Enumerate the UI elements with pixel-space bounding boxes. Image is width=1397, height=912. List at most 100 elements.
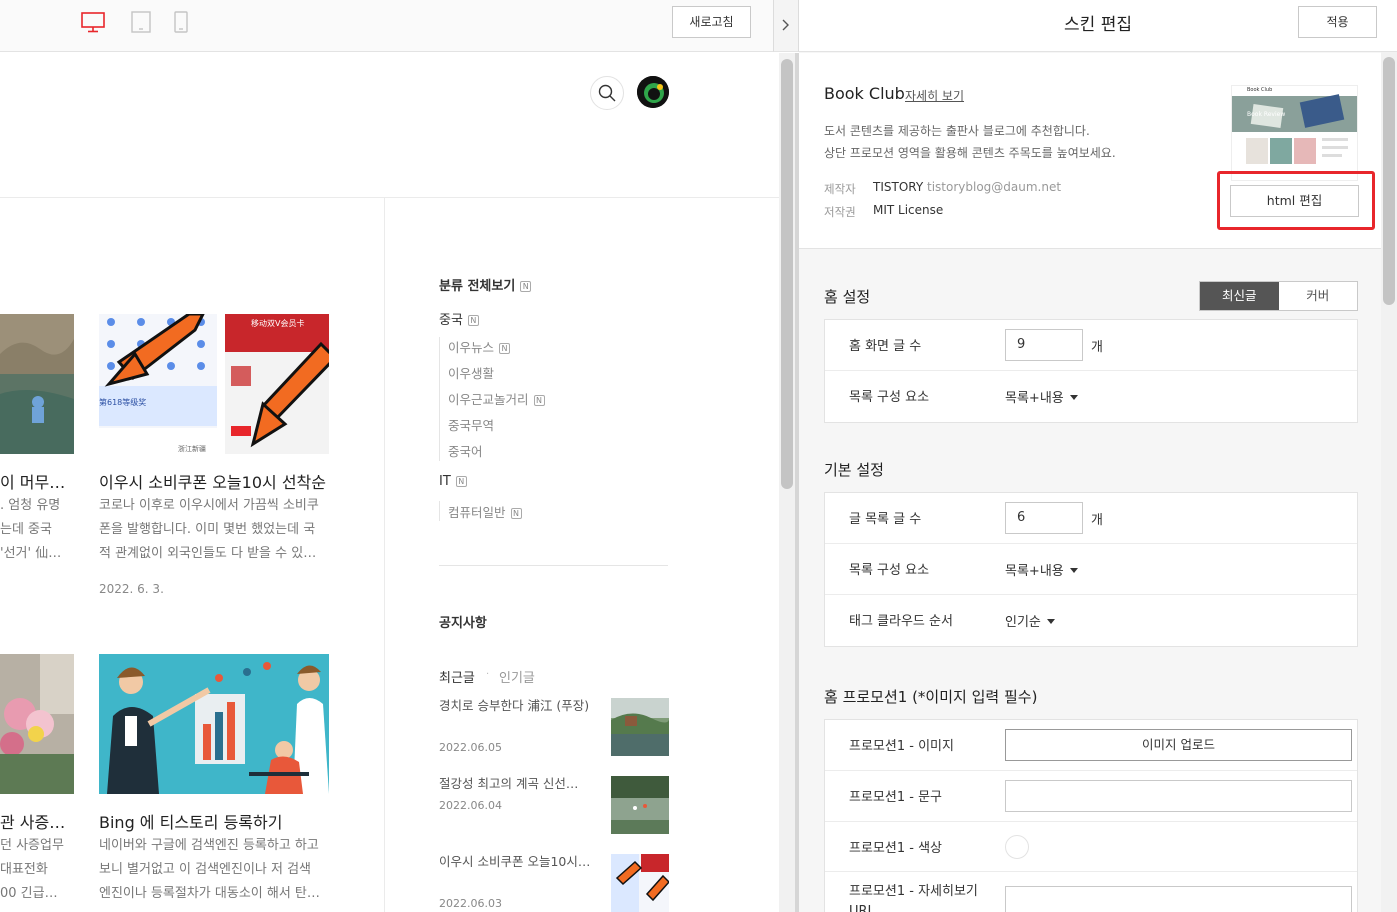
recent-post-title[interactable]: 이우시 소비쿠폰 오늘10시… [439,852,591,872]
collapse-editor-button[interactable] [773,0,799,52]
post-excerpt: . 엄청 유명 는데 중국 '선거' 仙… [0,498,62,561]
tab-separator: · [486,669,490,680]
setting-label: 홈 화면 글 수 [849,339,922,354]
setting-row: 태그 클라우드 순서 인기순 [825,595,1357,646]
recent-post-date: 2022.06.04 [439,799,502,812]
setting-row: 프로모션1 - 문구 [825,771,1357,822]
refresh-button[interactable]: 새로고침 [672,6,751,38]
license-label: 저작권 [824,205,856,219]
post-excerpt: 네이버와 구글에 검색엔진 등록하고 하고 보니 별거없고 이 검색엔진이나 저 … [99,838,320,901]
setting-label: 프로모션1 - 자세히보기 URL [849,884,978,912]
post-thumb-banner: 移动双V会员卡 [251,319,305,328]
new-badge: N [520,281,532,292]
apply-button[interactable]: 적용 [1298,6,1377,38]
setting-label: 목록 구성 요소 [849,390,930,405]
home-list-type-dropdown[interactable]: 목록+내용 [1005,387,1078,406]
tag-cloud-order-dropdown[interactable]: 인기순 [1005,611,1055,630]
post-thumbnail[interactable] [0,314,74,454]
setting-row: 프로모션1 - 자세히보기 URL [825,872,1357,912]
mobile-icon[interactable] [174,11,188,37]
skin-thumbnail-caption: Book Review [1247,111,1286,118]
caret-down-icon [1046,619,1055,624]
setting-row: 홈 화면 글 수 9 개 [825,320,1357,371]
caret-down-icon [1069,568,1078,573]
setting-row: 글 목록 글 수 6 개 [825,493,1357,544]
recent-post-title[interactable]: 절강성 최고의 계곡 신선… [439,774,591,794]
all-categories-link[interactable]: 분류 전체보기 N [439,275,532,294]
setting-label: 프로모션1 - 색상 [849,841,942,856]
search-icon[interactable] [590,76,624,110]
subcategory-item[interactable]: 컴퓨터일반 N [448,502,522,521]
recent-post-thumbnail[interactable] [611,854,669,912]
recent-post-date: 2022.06.03 [439,897,502,910]
promo1-text-input[interactable] [1005,780,1352,812]
recent-post-date: 2022.06.05 [439,741,502,754]
post-thumbnail[interactable] [99,314,329,454]
caret-down-icon [1069,395,1078,400]
promo1-title: 홈 프로모션1 (*이미지 입력 필수) [824,688,1038,706]
setting-row: 목록 구성 요소 목록+내용 [825,371,1357,422]
sidebar-divider [439,565,668,566]
subcategory-item[interactable]: 중국무역 [448,415,494,434]
category-item[interactable]: IT N [439,474,467,489]
post-date: 2022. 6. 3. [99,582,164,596]
post-thumb-banner: 第618等级奖 [99,398,147,407]
notice-title[interactable]: 공지사항 [439,612,487,631]
tab-recent-posts[interactable]: 최근글 [439,667,475,686]
avatar[interactable] [637,76,669,108]
home-settings-box: 홈 화면 글 수 9 개 목록 구성 요소 목록+내용 [824,319,1358,423]
setting-label: 목록 구성 요소 [849,563,930,578]
preview-toolbar: 새로고침 [0,0,773,52]
post-title[interactable]: 이우시 소비쿠폰 오늘10시 선착순 [99,469,339,493]
author-value: TISTORY tistoryblog@daum.net [873,180,1062,194]
subcategory-item[interactable]: 중국어 [448,441,483,460]
home-settings-tabs: 최신글 커버 [1199,281,1358,311]
basic-settings-box: 글 목록 글 수 6 개 목록 구성 요소 목록+내용 태그 클라우드 순서 인… [824,492,1358,647]
setting-label: 글 목록 글 수 [849,512,922,527]
desktop-icon[interactable] [81,11,105,37]
post-excerpt: 던 사증업무 대표전화 00 긴급… [0,838,64,901]
category-item[interactable]: 중국 N [439,309,479,328]
skin-editor-panel: 스킨 편집 적용 Book Club 자세히 보기 도서 콘텐츠를 제공하는 출… [799,0,1397,912]
new-badge: N [510,508,522,519]
new-badge: N [499,343,511,354]
editor-scrollbar-thumb[interactable] [1383,57,1395,305]
license-value: MIT License [873,203,944,217]
basic-settings-title: 기본 설정 [824,461,884,479]
tab-popular-posts[interactable]: 인기글 [499,667,535,686]
recent-post-thumbnail[interactable] [611,776,669,834]
tablet-icon[interactable] [131,11,151,37]
setting-label: 프로모션1 - 문구 [849,790,942,805]
post-thumbnail[interactable] [0,654,74,794]
tab-latest[interactable]: 최신글 [1200,282,1279,310]
new-badge: N [533,395,545,406]
home-post-count-input[interactable]: 9 [1005,329,1083,361]
list-type-dropdown[interactable]: 목록+내용 [1005,560,1078,579]
preview-scrollbar-thumb[interactable] [781,59,793,489]
blog-preview: 移动双V会员卡 第618等级奖 浙江新疆 이 머무… . 엄청 유명 는데 중국 '… [0,53,779,912]
new-badge: N [455,476,467,487]
subcategory-item[interactable]: 이우근교놀거리 N [448,389,545,408]
skin-info-card: Book Club 자세히 보기 도서 콘텐츠를 제공하는 출판사 블로그에 추… [799,53,1381,249]
image-upload-button[interactable]: 이미지 업로드 [1005,729,1352,761]
subcategory-item[interactable]: 이우뉴스 N [448,337,511,356]
subcategory-item[interactable]: 이우생활 [448,363,494,382]
promo1-url-input[interactable] [1005,886,1352,912]
skin-detail-link[interactable]: 자세히 보기 [905,87,964,104]
tab-cover[interactable]: 커버 [1278,282,1357,310]
new-badge: N [467,315,479,326]
unit-label: 개 [1091,340,1103,355]
promo1-color-swatch[interactable] [1005,835,1029,859]
skin-editor-screen: 새로고침 移动双V会员卡 第618等级奖 浙江新疆 이 머무… . 엄청 유명 … [0,0,1397,912]
recent-post-title[interactable]: 경치로 승부한다 浦江 (푸장) [439,696,591,716]
html-edit-button[interactable]: html 편집 [1230,185,1359,217]
post-title[interactable]: 관 사증… [0,809,74,833]
setting-label: 프로모션1 - 이미지 [849,739,954,754]
post-excerpt: 코로나 이후로 이우시에서 가끔씩 소비쿠 폰을 발행합니다. 이미 몇번 했었는… [99,498,319,561]
post-thumbnail[interactable] [99,654,329,794]
recent-post-thumbnail[interactable] [611,698,669,756]
setting-row: 목록 구성 요소 목록+내용 [825,544,1357,595]
post-title[interactable]: 이 머무… [0,469,74,493]
list-post-count-input[interactable]: 6 [1005,502,1083,534]
post-title[interactable]: Bing 에 티스토리 등록하기 [99,809,339,833]
